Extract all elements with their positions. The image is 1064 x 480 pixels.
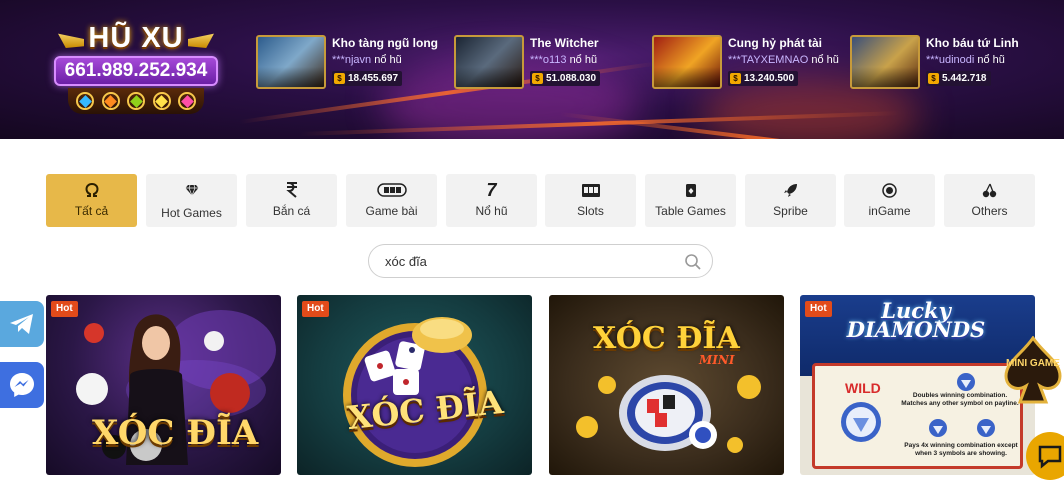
diamond-symbol-icon (929, 419, 947, 437)
cung-hy-phat-tai-thumbnail (652, 35, 722, 89)
tab-slots[interactable]: Slots (545, 174, 636, 227)
winner-game-title: Kho tàng ngũ long (332, 36, 438, 50)
winner-game-title: Cung hỷ phát tài (728, 36, 822, 50)
game-card-xoc-dia-2[interactable]: Hot XÓC ĐĨA (297, 295, 532, 475)
tab-tat-ca[interactable]: Tất cả (46, 174, 137, 227)
green-gem-icon (127, 92, 145, 110)
table-game-icon (645, 182, 736, 198)
mini-game-button[interactable]: MINI GAME (1002, 335, 1064, 404)
tab-hot-games[interactable]: Hot Games (146, 174, 237, 227)
tab-ingame[interactable]: inGame (844, 174, 935, 227)
left-wing-icon (58, 33, 84, 48)
tab-label: Game bài (365, 204, 418, 218)
coin-icon: $ (928, 73, 939, 84)
tab-label: Spribe (773, 204, 808, 218)
paytable-panel: WILD Doubles winning combination. Matche… (812, 363, 1023, 469)
telegram-icon (10, 314, 33, 334)
tab-label: Nổ hũ (475, 204, 508, 218)
tab-label: Table Games (655, 204, 726, 218)
wild-diamond-icon (841, 402, 881, 442)
winner-user: ***TAYXEMNAO nổ hũ (728, 54, 839, 66)
messenger-button[interactable] (0, 362, 44, 408)
tab-label: Slots (577, 204, 604, 218)
game-title: Lucky DIAMONDS (846, 298, 986, 342)
pink-gem-icon (178, 92, 196, 110)
page: HŨ XU 661.989.252.934 Kho tàng ngũ long … (0, 0, 1064, 480)
jackpot-counter: HŨ XU 661.989.252.934 (46, 18, 226, 118)
winner-user: ***udinodi nổ hũ (926, 54, 1005, 66)
telegram-button[interactable] (0, 301, 44, 347)
coin-icon: $ (730, 73, 741, 84)
cards-icon (346, 182, 437, 198)
the-witcher-thumbnail (454, 35, 524, 89)
category-tabs: Tất cả Hot Games Bắn cá Game bài 7 Nổ hũ (46, 174, 1036, 227)
winner-amount: $5.442.718 (926, 71, 991, 86)
hot-badge: Hot (805, 301, 832, 317)
tab-ban-ca[interactable]: Bắn cá (246, 174, 337, 227)
winner-user: ***njavn nổ hũ (332, 54, 402, 66)
jackpot-winner[interactable]: Kho báu tứ Linh ***udinodi nổ hũ $5.442.… (850, 33, 1045, 91)
diamond-icon (146, 182, 237, 198)
recent-jackpots: Kho tàng ngũ long ***njavn nổ hũ $18.455… (256, 33, 1046, 91)
chip-icon (844, 182, 935, 198)
jackpot-winner[interactable]: Cung hỷ phát tài ***TAYXEMNAO nổ hũ $13.… (652, 33, 847, 91)
hot-badge: Hot (51, 301, 78, 317)
tab-others[interactable]: Others (944, 174, 1035, 227)
messenger-icon (10, 373, 34, 397)
jackpot-amount: 661.989.252.934 (54, 56, 218, 86)
cherries-icon (944, 182, 1035, 198)
jackpot-winner[interactable]: Kho tàng ngũ long ***njavn nổ hũ $18.455… (256, 33, 451, 91)
tab-label: inGame (868, 204, 911, 218)
game-card-xoc-dia-mini[interactable]: XÓC ĐĨA MINI (549, 295, 784, 475)
coin-icon: $ (334, 73, 345, 84)
right-wing-icon (188, 33, 214, 48)
winner-game-title: Kho báu tứ Linh (926, 36, 1019, 50)
winner-amount: $13.240.500 (728, 71, 799, 86)
coin-icon: $ (532, 73, 543, 84)
game-card-xoc-dia-1[interactable]: Hot XÓC ĐĨA (46, 295, 281, 475)
fish-shooting-icon (246, 182, 337, 198)
omega-icon (46, 182, 137, 198)
kho-bau-tu-linh-thumbnail (850, 35, 920, 89)
winner-amount: $51.088.030 (530, 71, 601, 86)
search-icon[interactable] (684, 253, 702, 271)
chat-bubble-icon (1038, 445, 1062, 469)
tab-no-hu[interactable]: 7 Nổ hũ (446, 174, 537, 227)
mini-game-spade-icon (1004, 335, 1062, 404)
jackpot-banner: HŨ XU 661.989.252.934 Kho tàng ngũ long … (0, 0, 1064, 139)
winner-user: ***o113 nổ hũ (530, 54, 598, 66)
tab-table-games[interactable]: Table Games (645, 174, 736, 227)
diamond-symbol-icon (957, 373, 975, 391)
blue-gem-icon (76, 92, 94, 110)
winner-amount: $18.455.697 (332, 71, 403, 86)
tab-game-bai[interactable]: Game bài (346, 174, 437, 227)
tab-label: Others (971, 204, 1008, 218)
star-gem-icon (152, 92, 171, 110)
game-title: XÓC ĐĨA (92, 413, 259, 453)
rocket-icon (745, 182, 836, 198)
seven-icon: 7 (486, 179, 497, 200)
slot-machine-icon (545, 182, 636, 198)
wild-label: WILD (845, 380, 881, 396)
diamond-symbol-icon (977, 419, 995, 437)
game-search (368, 244, 713, 278)
tab-label: Hot Games (161, 206, 222, 220)
multiplier-rule-text: Pays 4x winning combination except when … (904, 442, 1018, 457)
tab-label: Tất cả (74, 204, 109, 218)
tab-spribe[interactable]: Spribe (745, 174, 836, 227)
gem-row (68, 88, 204, 114)
orange-gem-icon (101, 92, 120, 110)
search-input[interactable] (385, 251, 675, 271)
hot-badge: Hot (302, 301, 329, 317)
tab-label: Bắn cá (272, 204, 311, 218)
jackpot-winner[interactable]: The Witcher ***o113 nổ hũ $51.088.030 (454, 33, 649, 91)
kho-tang-ngu-long-thumbnail (256, 35, 326, 89)
game-subtitle: MINI (699, 353, 735, 367)
jackpot-title: HŨ XU (88, 22, 184, 54)
mini-game-label: MINI GAME (1006, 358, 1060, 369)
game-title: XÓC ĐĨA (593, 321, 740, 356)
game-card-lucky-diamonds[interactable]: Hot Lucky DIAMONDS WILD Doubles winning … (800, 295, 1035, 475)
winner-game-title: The Witcher (530, 36, 599, 50)
